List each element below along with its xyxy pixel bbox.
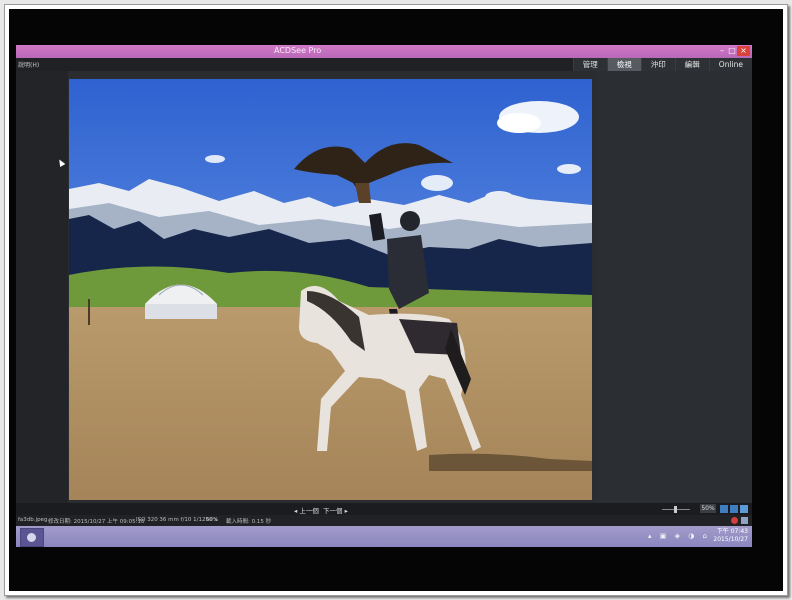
- status-bar: fa3db.jpeg 修改日期: 2015/10/27 上午 09:05:16 …: [16, 515, 752, 526]
- actual-size-icon[interactable]: [740, 505, 748, 513]
- monitor: ACDSee Pro – □ × 說明(H) 管理 檢視 沖印 編輯 Onlin…: [9, 9, 783, 591]
- tab-edit[interactable]: 編輯: [674, 58, 709, 71]
- status-load-time: 載入時間: 0.15 秒: [226, 519, 272, 525]
- zoom-slider[interactable]: [656, 506, 696, 513]
- fit-view-icon[interactable]: [720, 505, 728, 513]
- next-button[interactable]: 下一個 ▸: [323, 505, 348, 515]
- viewer-area: [16, 71, 752, 503]
- close-icon[interactable]: ×: [737, 46, 750, 56]
- window-controls: – □ ×: [717, 46, 750, 56]
- mode-tabs: 管理 檢視 沖印 編輯 Online: [572, 58, 752, 71]
- status-zoom: 60%: [206, 517, 219, 523]
- clock-time: 下午 07:43: [716, 528, 748, 535]
- start-button[interactable]: [20, 528, 44, 547]
- tab-view[interactable]: 檢視: [606, 58, 641, 71]
- mode-bar: 說明(H) 管理 檢視 沖印 編輯 Online: [16, 58, 752, 71]
- taskbar: ▴ ▣ ◈ ◑ ⌂ 下午 07:43 2015/10/27: [16, 526, 752, 547]
- tab-online[interactable]: Online: [708, 58, 752, 71]
- outer-photo-frame: ACDSee Pro – □ × 說明(H) 管理 檢視 沖印 編輯 Onlin…: [4, 4, 788, 596]
- clock-date: 2015/10/27: [713, 536, 748, 543]
- tab-develop[interactable]: 沖印: [640, 58, 675, 71]
- status-exif: ISO 320 36 mm f/10 1/1250 s: [136, 517, 218, 523]
- acdsee-app-icon: [27, 533, 36, 542]
- title-bar[interactable]: ACDSee Pro – □ ×: [16, 45, 752, 58]
- menu-help[interactable]: 說明(H): [18, 60, 39, 69]
- prev-button[interactable]: ◂ 上一個: [294, 505, 319, 515]
- window-title: ACDSee Pro: [274, 46, 322, 55]
- tab-manage[interactable]: 管理: [572, 58, 607, 71]
- left-panel: [16, 71, 68, 503]
- acdsee-window: ACDSee Pro – □ × 說明(H) 管理 檢視 沖印 編輯 Onlin…: [16, 45, 752, 547]
- panel-toggle-icon[interactable]: [741, 517, 748, 524]
- right-panel: [596, 71, 752, 503]
- record-icon[interactable]: [731, 517, 738, 524]
- zoom-handle[interactable]: [674, 506, 677, 513]
- clock[interactable]: 下午 07:43 2015/10/27: [713, 528, 748, 544]
- zoom-value[interactable]: 50%: [700, 504, 716, 513]
- status-filename: fa3db.jpeg: [18, 517, 48, 523]
- minimize-icon[interactable]: –: [717, 46, 727, 56]
- fullscreen-icon[interactable]: [730, 505, 738, 513]
- status-modified: 修改日期: 2015/10/27 上午 09:05:16: [48, 519, 145, 525]
- navigation-bar: ◂ 上一個 下一個 ▸ 50%: [16, 503, 752, 515]
- system-tray-icons[interactable]: ▴ ▣ ◈ ◑ ⌂: [648, 532, 710, 540]
- main-photo[interactable]: [69, 79, 592, 500]
- maximize-icon[interactable]: □: [727, 46, 737, 56]
- photo-illustration: [69, 79, 592, 500]
